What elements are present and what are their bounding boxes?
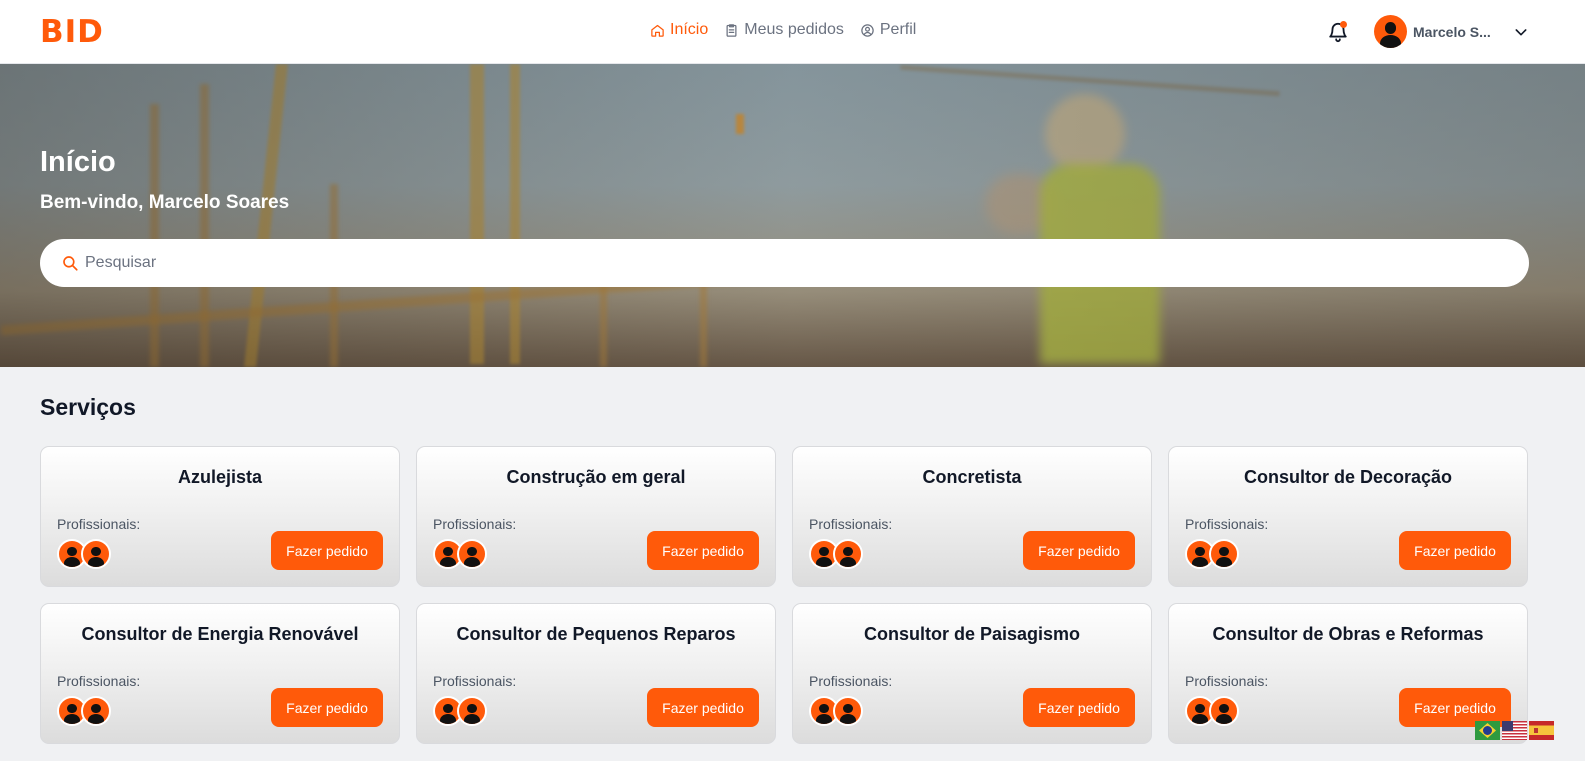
language-switcher [1475,721,1554,740]
service-title: Consultor de Paisagismo [863,624,1081,644]
user-name: Marcelo S... [1413,23,1491,40]
order-button[interactable]: Fazer pedido [1399,531,1511,570]
order-button[interactable]: Fazer pedido [647,531,759,570]
service-card: Azulejista Profissionais: Fazer pedido [40,446,400,587]
notification-badge [1340,21,1347,28]
usa-flag-icon[interactable] [1502,721,1527,740]
order-button[interactable]: Fazer pedido [1023,688,1135,727]
chevron-down-icon[interactable] [1513,24,1529,40]
nav-item-label: Perfil [879,21,917,38]
professionals-avatars [57,696,117,726]
professionals-avatars [809,539,869,569]
search-bar [40,239,1529,287]
nav-item-inicio[interactable]: Início [650,18,708,42]
nav-item-label: Início [670,21,709,38]
service-title: Consultor de Pequenos Reparos [456,624,736,644]
service-title: Consultor de Energia Renovável [81,624,359,644]
service-title: Azulejista [177,467,263,487]
main-nav: Início Meus pedidos Perfil [650,18,916,42]
professionals-avatars [1185,539,1245,569]
service-title: Concretista [922,467,1022,487]
professionals-avatars [809,696,869,726]
order-button[interactable]: Fazer pedido [271,531,383,570]
avatar [457,696,487,726]
avatar [833,539,863,569]
professionals-label: Profissionais: [57,516,141,532]
service-card: Consultor de Energia Renovável Profissio… [40,603,400,744]
order-button[interactable]: Fazer pedido [647,688,759,727]
nav-item-label: Meus pedidos [744,21,844,38]
home-icon [651,24,664,37]
professionals-avatars [433,696,493,726]
service-card: Consultor de Paisagismo Profissionais: F… [792,603,1152,744]
professionals-avatars [1185,696,1245,726]
top-bar: BID Início Meus pedidos Perfil Marcelo S… [0,0,1585,64]
page-title: Início [40,146,116,178]
avatar [81,696,111,726]
professionals-label: Profissionais: [57,673,141,689]
search-input[interactable] [85,254,1485,272]
professionals-label: Profissionais: [809,673,893,689]
brazil-flag-icon[interactable] [1475,721,1500,740]
service-title: Consultor de Decoração [1243,467,1453,487]
avatar [833,696,863,726]
service-title: Consultor de Obras e Reformas [1212,624,1484,644]
service-card: Consultor de Obras e Reformas Profission… [1168,603,1528,744]
service-title: Construção em geral [506,467,686,487]
avatar [1374,15,1407,48]
avatar [81,539,111,569]
services-grid: Azulejista Profissionais: Fazer pedido C… [40,446,1529,744]
nav-item-meus-pedidos[interactable]: Meus pedidos [724,18,844,42]
welcome-message: Bem-vindo, Marcelo Soares [40,192,290,213]
professionals-label: Profissionais: [1185,516,1269,532]
professionals-avatars [433,539,493,569]
order-button[interactable]: Fazer pedido [1023,531,1135,570]
professionals-label: Profissionais: [433,516,517,532]
professionals-avatars [57,539,117,569]
clipboard-icon [726,23,737,37]
avatar [1209,539,1239,569]
notifications-button[interactable] [1327,21,1349,43]
service-card: Consultor de Decoração Profissionais: Fa… [1168,446,1528,587]
order-button[interactable]: Fazer pedido [271,688,383,727]
nav-item-perfil[interactable]: Perfil [860,18,916,42]
avatar [457,539,487,569]
hero-banner: Início Bem-vindo, Marcelo Soares [0,64,1585,367]
search-icon [63,256,78,271]
section-title: Serviços [40,394,136,420]
professionals-label: Profissionais: [809,516,893,532]
logo[interactable]: BID [40,14,104,50]
service-card: Concretista Profissionais: Fazer pedido [792,446,1152,587]
avatar [1209,696,1239,726]
service-card: Consultor de Pequenos Reparos Profission… [416,603,776,744]
user-menu[interactable]: Marcelo S... [1374,15,1529,48]
service-card: Construção em geral Profissionais: Fazer… [416,446,776,587]
professionals-label: Profissionais: [1185,673,1269,689]
spain-flag-icon[interactable] [1529,721,1554,740]
user-circle-icon [861,23,874,37]
professionals-label: Profissionais: [433,673,517,689]
